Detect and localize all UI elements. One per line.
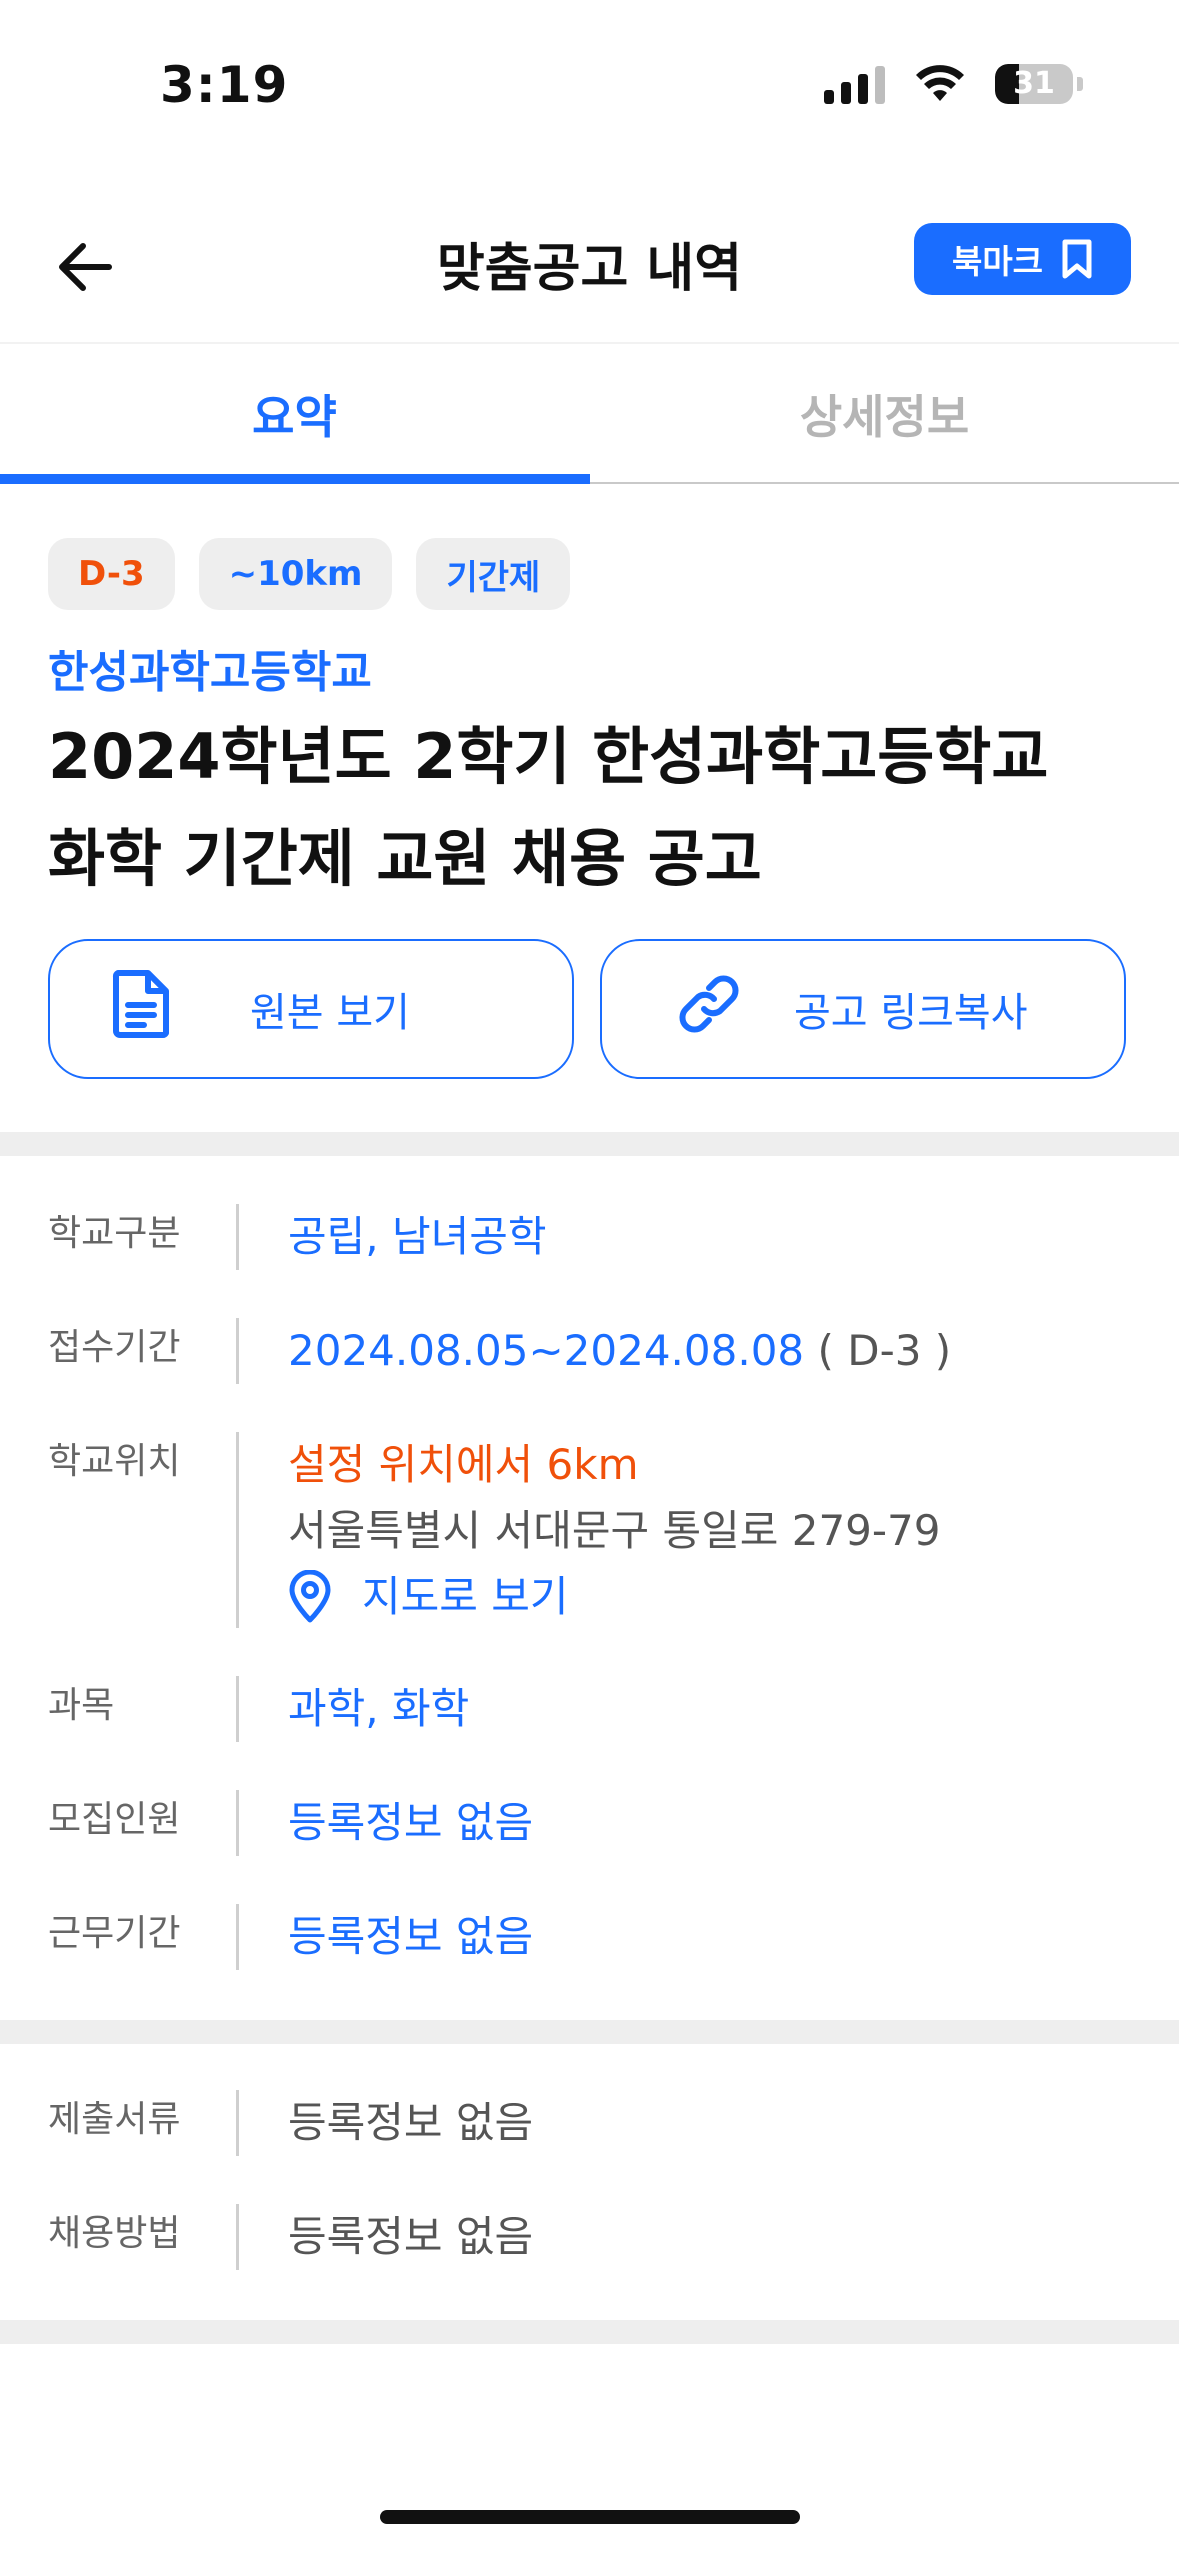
battery-percent: 31 bbox=[1013, 66, 1055, 101]
status-time: 3:19 bbox=[160, 56, 289, 114]
info-label: 학교위치 bbox=[48, 1441, 181, 1482]
tab-bar: 요약 상세정보 bbox=[0, 344, 1179, 486]
info-label: 학교구분 bbox=[48, 1213, 181, 1254]
view-map-link[interactable]: 지도로 보기 bbox=[288, 1564, 941, 1630]
tab-details[interactable]: 상세정보 bbox=[590, 344, 1179, 484]
info-divider bbox=[236, 2090, 239, 2156]
location-address: 서울특별시 서대문구 통일로 279-79 bbox=[288, 1506, 941, 1555]
reception-value: 2024.08.05~2024.08.08 ( D-3 ) bbox=[288, 1318, 951, 1384]
reception-dday: ( D-3 ) bbox=[817, 1326, 952, 1375]
link-icon bbox=[674, 969, 794, 1049]
info-row-method: 채용방법 등록정보 없음 bbox=[0, 2204, 1179, 2270]
battery-icon: 31 bbox=[995, 64, 1073, 104]
info-row-school-type: 학교구분 공립, 남녀공학 bbox=[0, 1204, 1179, 1270]
info-label: 과목 bbox=[48, 1685, 115, 1726]
info-row-subject: 과목 과학, 화학 bbox=[0, 1676, 1179, 1742]
job-title-line-1: 2024학년도 2학기 한성과학고등학교 bbox=[48, 720, 1049, 793]
job-title-line-2: 화학 기간제 교원 채용 공고 bbox=[48, 822, 762, 895]
view-original-button[interactable]: 원본 보기 bbox=[48, 939, 574, 1079]
header: 맞춤공고 내역 북마크 bbox=[0, 200, 1179, 340]
section-divider bbox=[0, 2020, 1179, 2044]
info-divider bbox=[236, 1318, 239, 1384]
recruits-value: 등록정보 없음 bbox=[288, 1798, 534, 1847]
info-divider bbox=[236, 1904, 239, 1970]
bookmark-label: 북마크 bbox=[951, 242, 1044, 281]
tab-active-indicator bbox=[0, 474, 590, 484]
info-divider bbox=[236, 1432, 239, 1628]
view-map-label: 지도로 보기 bbox=[362, 1572, 569, 1621]
info-label: 근무기간 bbox=[48, 1913, 181, 1954]
section-divider bbox=[0, 2320, 1179, 2344]
info-label: 모집인원 bbox=[48, 1799, 181, 1840]
info-row-reception: 접수기간 2024.08.05~2024.08.08 ( D-3 ) bbox=[0, 1318, 1179, 1384]
tab-summary[interactable]: 요약 bbox=[0, 344, 589, 484]
status-icons: 31 bbox=[824, 64, 1083, 104]
wifi-icon bbox=[916, 65, 964, 101]
view-original-label: 원본 보기 bbox=[250, 990, 410, 1036]
school-name: 한성과학고등학교 bbox=[48, 647, 372, 698]
tag-chips: D-3 ~10km 기간제 bbox=[48, 538, 571, 610]
home-indicator[interactable] bbox=[380, 2510, 800, 2524]
map-pin-icon bbox=[289, 1570, 331, 1623]
info-label: 채용방법 bbox=[48, 2213, 181, 2254]
distance-chip: ~10km bbox=[198, 538, 393, 610]
info-row-work-period: 근무기간 등록정보 없음 bbox=[0, 1904, 1179, 1970]
section-divider bbox=[0, 1132, 1179, 1156]
info-label: 접수기간 bbox=[48, 1327, 181, 1368]
reception-period: 2024.08.05~2024.08.08 bbox=[288, 1326, 805, 1375]
subject-value: 과학, 화학 bbox=[288, 1684, 470, 1733]
job-title: 2024학년도 2학기 한성과학고등학교 화학 기간제 교원 채용 공고 bbox=[48, 706, 1138, 910]
location-value: 설정 위치에서 6km 서울특별시 서대문구 통일로 279-79 지도로 보기 bbox=[288, 1432, 941, 1630]
location-distance: 설정 위치에서 6km bbox=[288, 1440, 639, 1489]
info-row-recruits: 모집인원 등록정보 없음 bbox=[0, 1790, 1179, 1856]
info-row-location: 학교위치 설정 위치에서 6km 서울특별시 서대문구 통일로 279-79 지… bbox=[0, 1432, 1179, 1628]
copy-link-label: 공고 링크복사 bbox=[794, 990, 1028, 1036]
dday-chip: D-3 bbox=[48, 538, 175, 610]
employment-type-chip: 기간제 bbox=[416, 538, 571, 610]
info-divider bbox=[236, 1204, 239, 1270]
copy-link-button[interactable]: 공고 링크복사 bbox=[600, 939, 1126, 1079]
document-icon bbox=[110, 969, 250, 1049]
cellular-signal-icon bbox=[824, 64, 885, 104]
info-row-documents: 제출서류 등록정보 없음 bbox=[0, 2090, 1179, 2156]
status-bar: 3:19 31 bbox=[0, 0, 1179, 150]
info-divider bbox=[236, 2204, 239, 2270]
bookmark-icon bbox=[1062, 239, 1092, 279]
method-value: 등록정보 없음 bbox=[288, 2212, 534, 2261]
school-type-value: 공립, 남녀공학 bbox=[288, 1212, 547, 1261]
action-buttons: 원본 보기 공고 링크복사 bbox=[48, 939, 1126, 1079]
info-divider bbox=[236, 1790, 239, 1856]
info-divider bbox=[236, 1676, 239, 1742]
bookmark-button[interactable]: 북마크 bbox=[914, 223, 1131, 295]
battery-tip bbox=[1077, 77, 1083, 91]
documents-value: 등록정보 없음 bbox=[288, 2098, 534, 2147]
screen: 3:19 31 맞춤공고 내역 북마크 요약 상세정보 D-3 ~10km 기간… bbox=[0, 0, 1179, 2556]
info-label: 제출서류 bbox=[48, 2099, 181, 2140]
work-period-value: 등록정보 없음 bbox=[288, 1912, 534, 1961]
